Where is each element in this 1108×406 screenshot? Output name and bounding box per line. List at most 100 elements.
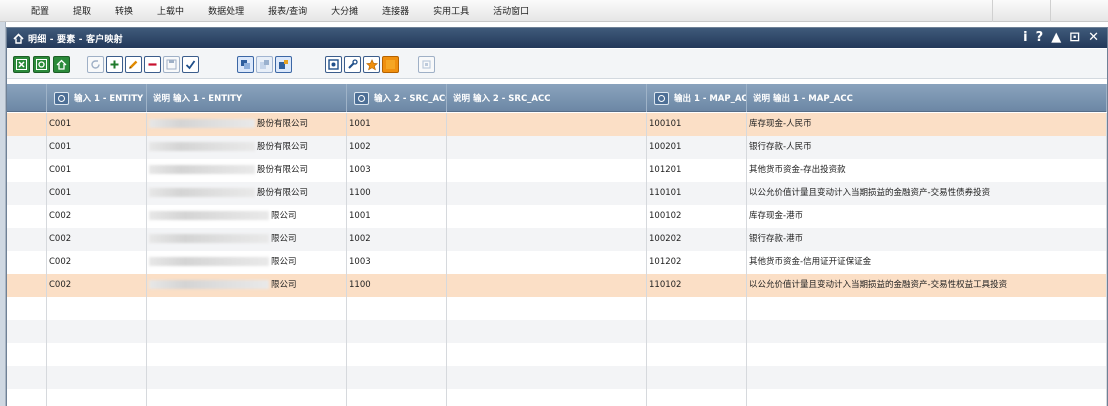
cell-src-acc[interactable] <box>347 297 447 320</box>
empty-table-row[interactable] <box>7 389 1107 406</box>
cell-map-acc[interactable]: 100202 <box>647 228 747 251</box>
cell-entity[interactable]: C001 <box>47 182 147 205</box>
save-button[interactable] <box>163 56 180 73</box>
row-selector-cell[interactable] <box>7 159 47 182</box>
empty-table-row[interactable] <box>7 366 1107 389</box>
cell-map-desc[interactable] <box>747 320 1107 343</box>
cell-entity-desc[interactable] <box>147 343 347 366</box>
column-header-5[interactable]: 说明 输出 1 - MAP_ACC <box>747 84 1107 112</box>
cell-map-desc[interactable]: 以公允价值计量且变动计入当期损益的金融资产-交易性权益工具投资 <box>747 274 1107 297</box>
cell-map-acc[interactable]: 101202 <box>647 251 747 274</box>
menu-item-4[interactable]: 数据处理 <box>208 4 244 17</box>
cell-map-acc[interactable]: 101201 <box>647 159 747 182</box>
add-button[interactable] <box>106 56 123 73</box>
cell-entity-desc[interactable]: 限公司 <box>147 228 347 251</box>
cell-entity[interactable] <box>47 320 147 343</box>
cell-entity[interactable] <box>47 297 147 320</box>
export-csv-button[interactable] <box>33 56 50 73</box>
column-header-4[interactable]: 输出 1 - MAP_ACC <box>647 84 747 112</box>
cell-src-desc[interactable] <box>447 228 647 251</box>
menu-item-2[interactable]: 转换 <box>115 4 133 17</box>
cell-map-desc[interactable]: 银行存款-人民币 <box>747 136 1107 159</box>
cell-src-acc[interactable] <box>347 343 447 366</box>
cell-map-acc[interactable] <box>647 297 747 320</box>
cell-src-acc[interactable] <box>347 320 447 343</box>
row-selector-cell[interactable] <box>7 136 47 159</box>
cell-entity[interactable]: C002 <box>47 274 147 297</box>
cell-src-desc[interactable] <box>447 205 647 228</box>
cell-entity[interactable] <box>47 389 147 406</box>
cell-entity-desc[interactable]: 股份有限公司 <box>147 113 347 136</box>
cell-map-desc[interactable] <box>747 343 1107 366</box>
empty-table-row[interactable] <box>7 320 1107 343</box>
cell-map-desc[interactable] <box>747 389 1107 406</box>
cell-map-acc[interactable]: 100102 <box>647 205 747 228</box>
cell-entity-desc[interactable]: 限公司 <box>147 251 347 274</box>
cell-map-acc[interactable]: 110102 <box>647 274 747 297</box>
cell-entity[interactable]: C002 <box>47 205 147 228</box>
favorite-button[interactable] <box>363 56 380 73</box>
cell-entity[interactable]: C002 <box>47 228 147 251</box>
cell-src-acc[interactable] <box>347 366 447 389</box>
lookup-icon[interactable] <box>354 91 369 105</box>
cell-src-desc[interactable] <box>447 159 647 182</box>
row-selector-cell[interactable] <box>7 274 47 297</box>
cell-src-acc[interactable]: 1002 <box>347 228 447 251</box>
collapse-icon[interactable]: ▲ <box>1051 30 1061 46</box>
copy-button[interactable] <box>237 56 254 73</box>
row-selector-cell[interactable] <box>7 113 47 136</box>
cell-map-acc[interactable]: 110101 <box>647 182 747 205</box>
cell-src-desc[interactable] <box>447 297 647 320</box>
help-icon[interactable]: ? <box>1036 30 1044 46</box>
cell-src-desc[interactable] <box>447 366 647 389</box>
cell-src-desc[interactable] <box>447 113 647 136</box>
cell-map-desc[interactable]: 其他货币资金-信用证开证保证金 <box>747 251 1107 274</box>
column-header-3[interactable]: 说明 输入 2 - SRC_ACC <box>447 84 647 112</box>
cell-map-desc[interactable] <box>747 366 1107 389</box>
cell-entity-desc[interactable] <box>147 297 347 320</box>
menu-item-7[interactable]: 连接器 <box>382 4 409 17</box>
cell-entity-desc[interactable]: 股份有限公司 <box>147 136 347 159</box>
undo-button[interactable] <box>87 56 104 73</box>
empty-table-row[interactable] <box>7 343 1107 366</box>
cell-map-desc[interactable]: 以公允价值计量且变动计入当期损益的金融资产-交易性债券投资 <box>747 182 1107 205</box>
cell-map-acc[interactable] <box>647 343 747 366</box>
row-selector-cell[interactable] <box>7 320 47 343</box>
home-icon[interactable] <box>13 32 24 44</box>
column-header-1[interactable]: 说明 输入 1 - ENTITY <box>147 84 347 112</box>
cell-src-acc[interactable]: 1002 <box>347 136 447 159</box>
table-row[interactable]: C002 限公司 1002 100202 银行存款-港币 <box>7 228 1107 251</box>
cell-map-acc[interactable] <box>647 389 747 406</box>
cell-entity[interactable]: C001 <box>47 136 147 159</box>
lookup-icon[interactable] <box>54 91 69 105</box>
cell-entity-desc[interactable]: 股份有限公司 <box>147 182 347 205</box>
cell-entity-desc[interactable] <box>147 320 347 343</box>
cell-map-acc[interactable]: 100201 <box>647 136 747 159</box>
menu-item-5[interactable]: 报表/查询 <box>268 4 307 17</box>
table-row[interactable]: C001 股份有限公司 1003 101201 其他货币资金-存出投资款 <box>7 159 1107 182</box>
menu-item-0[interactable]: 配置 <box>31 4 49 17</box>
lookup-icon[interactable] <box>654 91 669 105</box>
empty-table-row[interactable] <box>7 297 1107 320</box>
cell-map-acc[interactable] <box>647 366 747 389</box>
table-row[interactable]: C002 限公司 1003 101202 其他货币资金-信用证开证保证金 <box>7 251 1107 274</box>
cell-entity[interactable] <box>47 343 147 366</box>
delete-button[interactable] <box>144 56 161 73</box>
cell-src-desc[interactable] <box>447 274 647 297</box>
tools-button[interactable] <box>344 56 361 73</box>
table-row[interactable]: C001 股份有限公司 1002 100201 银行存款-人民币 <box>7 136 1107 159</box>
table-row[interactable]: C001 股份有限公司 1001 100101 库存现金-人民币 <box>7 113 1107 136</box>
cell-src-acc[interactable]: 1001 <box>347 113 447 136</box>
menu-item-1[interactable]: 提取 <box>73 4 91 17</box>
cell-map-acc[interactable]: 100101 <box>647 113 747 136</box>
cell-src-desc[interactable] <box>447 320 647 343</box>
cell-src-acc[interactable]: 1100 <box>347 274 447 297</box>
cell-entity[interactable]: C001 <box>47 113 147 136</box>
clear-button[interactable] <box>418 56 435 73</box>
paste-special-button[interactable] <box>275 56 292 73</box>
home-button[interactable] <box>53 56 70 73</box>
cell-entity-desc[interactable] <box>147 389 347 406</box>
cell-src-desc[interactable] <box>447 182 647 205</box>
menu-item-3[interactable]: 上载中 <box>157 4 184 17</box>
cell-entity-desc[interactable]: 限公司 <box>147 274 347 297</box>
